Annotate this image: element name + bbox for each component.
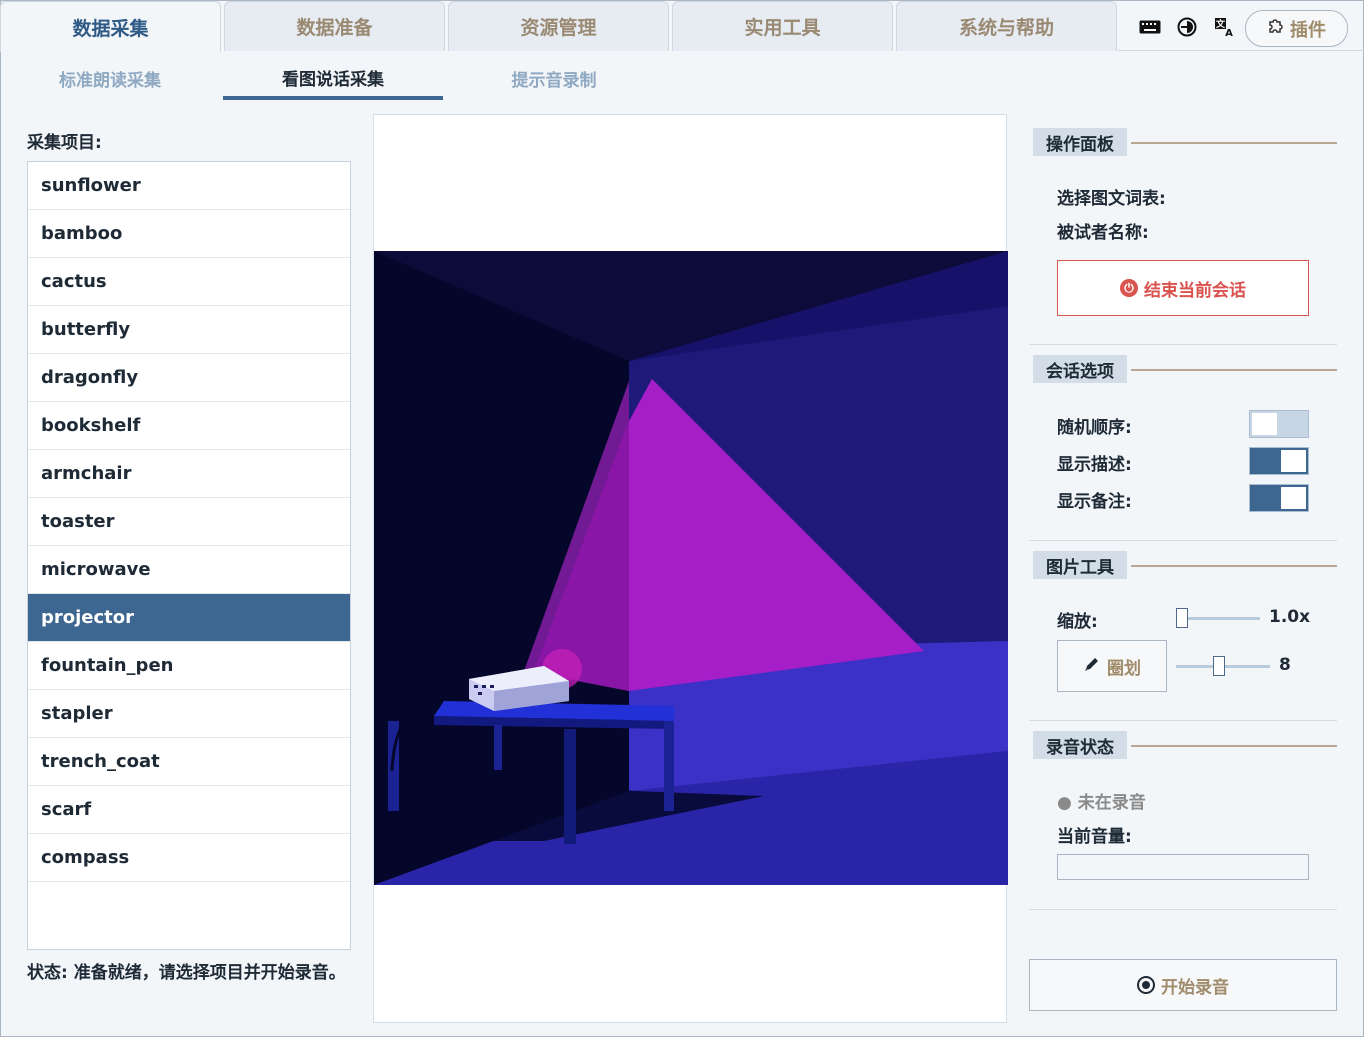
end-session-label: 结束当前会话 [1144,280,1246,301]
operation-panel-title: 操作面板 [1033,128,1127,156]
draw-label: 圈划 [1107,658,1141,679]
toggle-knob [1281,450,1306,472]
recording-state: ● 未在录音 [1057,793,1146,813]
tab-label: 数据准备 [296,17,373,39]
zoom-slider-thumb[interactable] [1176,608,1188,628]
separator [1029,540,1337,541]
start-recording-button[interactable]: 开始录音 [1029,959,1337,1011]
subtab-label: 提示音录制 [511,70,597,91]
list-item[interactable]: stapler [28,690,350,738]
tab-label: 系统与帮助 [958,17,1054,39]
toggle-knob [1252,413,1277,435]
list-item[interactable]: butterfly [28,306,350,354]
image-panel[interactable] [373,114,1008,1023]
subtab-picture-description[interactable]: 看图说话采集 [223,56,443,100]
list-item[interactable]: dragonfly [28,354,350,402]
end-session-button[interactable]: ⏻ 结束当前会话 [1057,260,1309,316]
projector-illustration [374,251,1008,885]
list-item[interactable]: toaster [28,498,350,546]
tab-baseline [1118,50,1364,51]
recording-status-header: 录音状态 [1033,731,1337,761]
zoom-value: 1.0x [1269,607,1311,627]
separator [1029,720,1337,721]
tab-resource-mgmt[interactable]: 资源管理 [448,1,669,51]
list-item[interactable]: compass [28,834,350,882]
session-options-header: 会话选项 [1033,355,1337,385]
tab-data-collection[interactable]: 数据采集 [0,1,221,52]
show-notes-label: 显示备注: [1057,492,1132,512]
recording-status-title: 录音状态 [1033,731,1127,759]
brush-size-slider-thumb[interactable] [1212,656,1225,676]
tab-label: 数据采集 [72,17,149,40]
start-recording-label: 开始录音 [1161,977,1229,998]
list-item[interactable]: trench_coat [28,738,350,786]
record-icon [1137,976,1155,994]
svg-text:A: A [1225,28,1233,37]
tab-data-prep[interactable]: 数据准备 [224,1,445,51]
separator [1029,909,1337,910]
volume-label: 当前音量: [1057,827,1132,847]
list-item[interactable]: armchair [28,450,350,498]
list-item[interactable]: cactus [28,258,350,306]
section-divider [1131,142,1337,144]
translate-icon[interactable]: 文A [1211,14,1237,40]
collection-list[interactable]: sunflower bamboo cactus butterfly dragonfly b… [27,161,351,950]
zoom-slider[interactable] [1176,617,1260,620]
list-item[interactable]: microwave [28,546,350,594]
list-item[interactable]: fountain_pen [28,642,350,690]
draw-button[interactable]: 圈划 [1057,640,1167,692]
theme-icon[interactable] [1174,14,1200,40]
volume-meter [1057,854,1309,880]
section-divider [1131,745,1337,747]
section-divider [1131,369,1337,371]
session-options-title: 会话选项 [1033,355,1127,383]
tab-label: 资源管理 [520,17,597,39]
collection-list-title: 采集项目: [27,133,102,153]
show-description-toggle[interactable] [1249,447,1309,475]
operation-panel-header: 操作面板 [1033,128,1337,158]
keyboard-icon[interactable] [1137,14,1163,40]
list-item[interactable]: bookshelf [28,402,350,450]
zoom-label: 缩放: [1057,612,1098,632]
subject-label: 被试者名称: [1057,223,1149,243]
plugin-button[interactable]: 插件 [1245,10,1348,47]
tab-utilities[interactable]: 实用工具 [672,1,893,51]
power-icon: ⏻ [1120,279,1138,297]
subtab-prompt-recording[interactable]: 提示音录制 [444,56,664,100]
random-order-label: 随机顺序: [1057,418,1132,438]
puzzle-icon [1267,17,1285,40]
subtab-label: 看图说话采集 [282,69,384,90]
brush-size-value: 8 [1279,655,1291,675]
subtab-standard-reading[interactable]: 标准朗读采集 [0,56,220,100]
list-item[interactable]: projector [28,594,350,642]
image-tools-title: 图片工具 [1033,551,1127,579]
image-tools-header: 图片工具 [1033,551,1337,581]
pencil-icon [1083,655,1101,678]
list-item[interactable]: scarf [28,786,350,834]
list-item[interactable]: sunflower [28,162,350,210]
status-text: 状态: 准备就绪，请选择项目并开始录音。 [27,963,346,983]
separator [1029,344,1337,345]
random-order-toggle[interactable] [1249,410,1309,438]
list-item[interactable]: bamboo [28,210,350,258]
section-divider [1131,565,1337,567]
plugin-label: 插件 [1290,19,1326,41]
subtab-label: 标准朗读采集 [59,70,161,91]
tab-label: 实用工具 [744,17,821,39]
tab-system-help[interactable]: 系统与帮助 [896,1,1117,51]
wordlist-label: 选择图文词表: [1057,189,1166,209]
show-notes-toggle[interactable] [1249,484,1309,512]
show-description-label: 显示描述: [1057,455,1132,475]
toggle-knob [1281,487,1306,509]
